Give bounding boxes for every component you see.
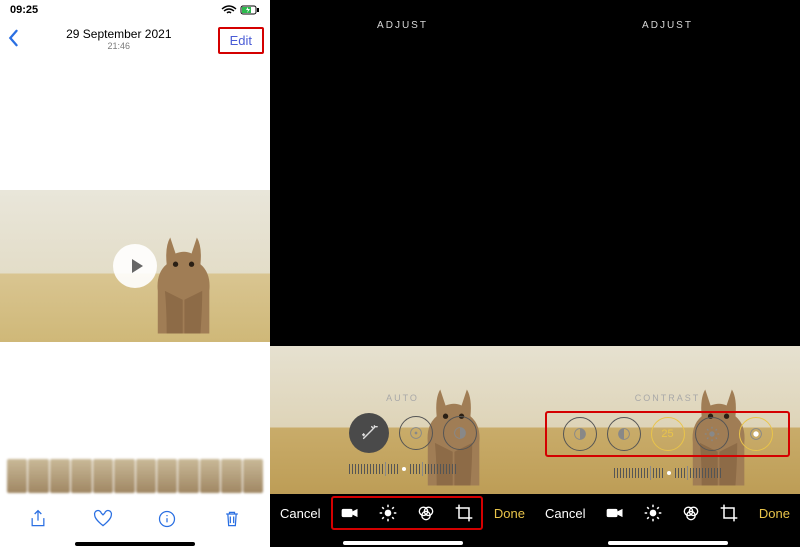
video-icon (340, 503, 360, 523)
video-icon (605, 503, 625, 523)
info-button[interactable] (155, 507, 179, 531)
cancel-button[interactable]: Cancel (545, 506, 585, 521)
adjust-name: AUTO (270, 393, 535, 403)
contrast-dials-highlight: 25 (545, 411, 790, 457)
status-bar: 09:25 (0, 0, 270, 20)
contrast-value: 25 (661, 428, 673, 440)
editor-header: ADJUST (535, 0, 800, 50)
adjust-dials (270, 413, 535, 453)
shadows-dial[interactable] (607, 417, 641, 451)
battery-icon (240, 5, 260, 15)
brightness-icon (703, 425, 721, 443)
filmstrip[interactable] (7, 459, 263, 493)
photo-time: 21:46 (66, 42, 171, 52)
filters-icon (416, 503, 436, 523)
trash-icon (222, 509, 242, 529)
video-tool-button[interactable] (339, 502, 361, 524)
brilliance-dial[interactable] (443, 416, 477, 450)
slider-indicator (667, 471, 671, 475)
adjust-slider[interactable] (535, 463, 800, 483)
nav-bar: 29 September 2021 21:46 Edit (0, 20, 270, 60)
wand-icon (360, 424, 378, 442)
video-preview[interactable] (0, 190, 270, 342)
adjust-name: CONTRAST (535, 393, 800, 403)
cancel-button[interactable]: Cancel (280, 506, 320, 521)
share-button[interactable] (26, 507, 50, 531)
bottom-toolbar (0, 497, 270, 541)
share-icon (28, 509, 48, 529)
exposure-icon (407, 424, 425, 442)
half-circle-icon (571, 425, 589, 443)
adjust-slider[interactable] (270, 459, 535, 479)
nav-title: 29 September 2021 21:46 (66, 28, 171, 51)
adjust-tool-button[interactable] (642, 502, 664, 524)
half-circle-icon (451, 424, 469, 442)
exposure-dial[interactable] (399, 416, 433, 450)
filters-tool-button[interactable] (415, 502, 437, 524)
editor-tools-highlight (331, 496, 483, 530)
adjust-panel: CONTRAST 25 (535, 393, 800, 483)
editor-bottom-bar: Cancel Done (270, 493, 535, 533)
home-indicator[interactable] (535, 541, 800, 545)
adjust-icon (378, 503, 398, 523)
crop-tool-button[interactable] (453, 502, 475, 524)
brightness-dial[interactable] (695, 417, 729, 451)
status-icons (221, 5, 260, 15)
home-indicator[interactable] (0, 541, 270, 547)
editor-header: ADJUST (270, 0, 535, 50)
done-button[interactable]: Done (759, 506, 790, 521)
crop-icon (719, 503, 739, 523)
wifi-icon (221, 5, 237, 15)
black-point-icon (747, 425, 765, 443)
trash-button[interactable] (220, 507, 244, 531)
highlights-dial[interactable] (563, 417, 597, 451)
photo-date: 29 September 2021 (66, 28, 171, 41)
editor-contrast-screen: ADJUST CONTRAST 25 Cancel Done (535, 0, 800, 547)
half-circle-icon (615, 425, 633, 443)
favorite-button[interactable] (91, 507, 115, 531)
crop-icon (454, 503, 474, 523)
info-icon (157, 509, 177, 529)
editor-tools (604, 502, 740, 524)
home-indicator[interactable] (270, 541, 535, 545)
adjust-icon (643, 503, 663, 523)
video-tool-button[interactable] (604, 502, 626, 524)
editor-auto-screen: ADJUST AUTO Cancel Done (270, 0, 535, 547)
edit-button[interactable]: Edit (218, 27, 264, 54)
photos-viewer-screen: 09:25 29 September 2021 21:46 Edit (0, 0, 270, 547)
editor-bottom-bar: Cancel Done (535, 493, 800, 533)
slider-indicator (402, 467, 406, 471)
done-button[interactable]: Done (494, 506, 525, 521)
heart-icon (93, 509, 113, 529)
kitten-subject (140, 222, 220, 342)
photo-area (0, 60, 270, 459)
filters-icon (681, 503, 701, 523)
adjust-tool-button[interactable] (377, 502, 399, 524)
status-time: 09:25 (10, 4, 38, 16)
back-button[interactable] (6, 29, 20, 52)
black-point-dial[interactable] (739, 417, 773, 451)
adjust-panel: AUTO (270, 393, 535, 479)
crop-tool-button[interactable] (718, 502, 740, 524)
auto-dial[interactable] (349, 413, 389, 453)
filters-tool-button[interactable] (680, 502, 702, 524)
contrast-dial[interactable]: 25 (651, 417, 685, 451)
